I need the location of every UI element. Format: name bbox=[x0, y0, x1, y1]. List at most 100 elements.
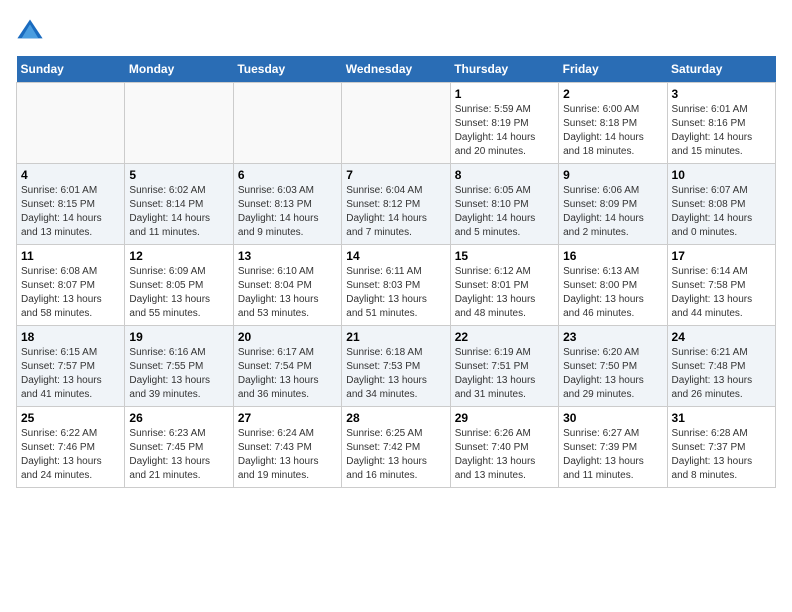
day-info: Sunrise: 6:17 AM Sunset: 7:54 PM Dayligh… bbox=[238, 346, 337, 402]
day-cell: 1Sunrise: 5:59 AM Sunset: 8:19 PM Daylig… bbox=[450, 83, 558, 164]
week-row-4: 18Sunrise: 6:15 AM Sunset: 7:57 PM Dayli… bbox=[17, 326, 776, 407]
day-info: Sunrise: 6:01 AM Sunset: 8:15 PM Dayligh… bbox=[21, 184, 120, 240]
day-number: 8 bbox=[455, 168, 554, 182]
day-cell: 24 Sunrise: 6:21 AM Sunset: 7:48 PM Dayli… bbox=[667, 326, 775, 407]
day-info: Sunrise: 6:12 AM Sunset: 8:01 PM Dayligh… bbox=[455, 265, 554, 321]
day-info: Sunrise: 5:59 AM Sunset: 8:19 PM Dayligh… bbox=[455, 103, 554, 159]
day-cell: 25 Sunrise: 6:22 AM Sunset: 7:46 PM Dayli… bbox=[17, 407, 125, 488]
day-info: Sunrise: 6:28 AM Sunset: 7:37 PM Dayligh… bbox=[672, 427, 771, 483]
day-cell: 19 Sunrise: 6:16 AM Sunset: 7:55 PM Dayli… bbox=[125, 326, 233, 407]
day-info: Sunrise: 6:07 AM Sunset: 8:08 PM Dayligh… bbox=[672, 184, 771, 240]
day-info: Sunrise: 6:25 AM Sunset: 7:42 PM Dayligh… bbox=[346, 427, 445, 483]
day-info: Sunrise: 6:09 AM Sunset: 8:05 PM Dayligh… bbox=[129, 265, 228, 321]
day-number: 2 bbox=[563, 87, 662, 101]
day-cell: 14 Sunrise: 6:11 AM Sunset: 8:03 PM Dayli… bbox=[342, 245, 450, 326]
day-cell: 6 Sunrise: 6:03 AM Sunset: 8:13 PM Daylig… bbox=[233, 164, 341, 245]
day-number: 30 bbox=[563, 411, 662, 425]
day-info: Sunrise: 6:24 AM Sunset: 7:43 PM Dayligh… bbox=[238, 427, 337, 483]
day-info: Sunrise: 6:00 AM Sunset: 8:18 PM Dayligh… bbox=[563, 103, 662, 159]
day-cell bbox=[342, 83, 450, 164]
day-info: Sunrise: 6:11 AM Sunset: 8:03 PM Dayligh… bbox=[346, 265, 445, 321]
day-number: 15 bbox=[455, 249, 554, 263]
day-cell bbox=[17, 83, 125, 164]
day-info: Sunrise: 6:22 AM Sunset: 7:46 PM Dayligh… bbox=[21, 427, 120, 483]
day-cell: 28 Sunrise: 6:25 AM Sunset: 7:42 PM Dayli… bbox=[342, 407, 450, 488]
day-cell: 4 Sunrise: 6:01 AM Sunset: 8:15 PM Daylig… bbox=[17, 164, 125, 245]
day-cell: 13 Sunrise: 6:10 AM Sunset: 8:04 PM Dayli… bbox=[233, 245, 341, 326]
day-number: 27 bbox=[238, 411, 337, 425]
day-info: Sunrise: 6:01 AM Sunset: 8:16 PM Dayligh… bbox=[672, 103, 771, 159]
day-number: 22 bbox=[455, 330, 554, 344]
day-cell: 8 Sunrise: 6:05 AM Sunset: 8:10 PM Daylig… bbox=[450, 164, 558, 245]
day-number: 6 bbox=[238, 168, 337, 182]
day-cell: 29 Sunrise: 6:26 AM Sunset: 7:40 PM Dayli… bbox=[450, 407, 558, 488]
day-cell: 30 Sunrise: 6:27 AM Sunset: 7:39 PM Dayli… bbox=[559, 407, 667, 488]
day-cell: 27 Sunrise: 6:24 AM Sunset: 7:43 PM Dayli… bbox=[233, 407, 341, 488]
day-info: Sunrise: 6:21 AM Sunset: 7:48 PM Dayligh… bbox=[672, 346, 771, 402]
day-info: Sunrise: 6:10 AM Sunset: 8:04 PM Dayligh… bbox=[238, 265, 337, 321]
week-row-5: 25 Sunrise: 6:22 AM Sunset: 7:46 PM Dayli… bbox=[17, 407, 776, 488]
day-number: 14 bbox=[346, 249, 445, 263]
day-number: 26 bbox=[129, 411, 228, 425]
day-info: Sunrise: 6:27 AM Sunset: 7:39 PM Dayligh… bbox=[563, 427, 662, 483]
week-row-1: 1Sunrise: 5:59 AM Sunset: 8:19 PM Daylig… bbox=[17, 83, 776, 164]
day-info: Sunrise: 6:19 AM Sunset: 7:51 PM Dayligh… bbox=[455, 346, 554, 402]
day-cell: 7 Sunrise: 6:04 AM Sunset: 8:12 PM Daylig… bbox=[342, 164, 450, 245]
day-number: 4 bbox=[21, 168, 120, 182]
day-number: 13 bbox=[238, 249, 337, 263]
header-cell-friday: Friday bbox=[559, 56, 667, 83]
day-cell: 18Sunrise: 6:15 AM Sunset: 7:57 PM Dayli… bbox=[17, 326, 125, 407]
day-info: Sunrise: 6:05 AM Sunset: 8:10 PM Dayligh… bbox=[455, 184, 554, 240]
header-cell-thursday: Thursday bbox=[450, 56, 558, 83]
header-cell-tuesday: Tuesday bbox=[233, 56, 341, 83]
day-cell bbox=[125, 83, 233, 164]
day-info: Sunrise: 6:04 AM Sunset: 8:12 PM Dayligh… bbox=[346, 184, 445, 240]
day-info: Sunrise: 6:16 AM Sunset: 7:55 PM Dayligh… bbox=[129, 346, 228, 402]
day-cell: 20 Sunrise: 6:17 AM Sunset: 7:54 PM Dayli… bbox=[233, 326, 341, 407]
day-number: 28 bbox=[346, 411, 445, 425]
day-cell: 3 Sunrise: 6:01 AM Sunset: 8:16 PM Daylig… bbox=[667, 83, 775, 164]
day-cell: 2 Sunrise: 6:00 AM Sunset: 8:18 PM Daylig… bbox=[559, 83, 667, 164]
day-cell: 9 Sunrise: 6:06 AM Sunset: 8:09 PM Daylig… bbox=[559, 164, 667, 245]
day-info: Sunrise: 6:06 AM Sunset: 8:09 PM Dayligh… bbox=[563, 184, 662, 240]
day-info: Sunrise: 6:15 AM Sunset: 7:57 PM Dayligh… bbox=[21, 346, 120, 402]
header-cell-saturday: Saturday bbox=[667, 56, 775, 83]
day-number: 31 bbox=[672, 411, 771, 425]
day-cell: 31 Sunrise: 6:28 AM Sunset: 7:37 PM Dayli… bbox=[667, 407, 775, 488]
day-number: 16 bbox=[563, 249, 662, 263]
day-info: Sunrise: 6:14 AM Sunset: 7:58 PM Dayligh… bbox=[672, 265, 771, 321]
header-cell-wednesday: Wednesday bbox=[342, 56, 450, 83]
header-row: SundayMondayTuesdayWednesdayThursdayFrid… bbox=[17, 56, 776, 83]
day-number: 19 bbox=[129, 330, 228, 344]
day-number: 20 bbox=[238, 330, 337, 344]
day-cell: 21 Sunrise: 6:18 AM Sunset: 7:53 PM Dayli… bbox=[342, 326, 450, 407]
day-number: 25 bbox=[21, 411, 120, 425]
week-row-2: 4 Sunrise: 6:01 AM Sunset: 8:15 PM Daylig… bbox=[17, 164, 776, 245]
day-info: Sunrise: 6:03 AM Sunset: 8:13 PM Dayligh… bbox=[238, 184, 337, 240]
day-cell: 11Sunrise: 6:08 AM Sunset: 8:07 PM Dayli… bbox=[17, 245, 125, 326]
day-cell: 10Sunrise: 6:07 AM Sunset: 8:08 PM Dayli… bbox=[667, 164, 775, 245]
day-number: 21 bbox=[346, 330, 445, 344]
day-number: 17 bbox=[672, 249, 771, 263]
day-info: Sunrise: 6:13 AM Sunset: 8:00 PM Dayligh… bbox=[563, 265, 662, 321]
day-number: 3 bbox=[672, 87, 771, 101]
day-info: Sunrise: 6:23 AM Sunset: 7:45 PM Dayligh… bbox=[129, 427, 228, 483]
day-number: 5 bbox=[129, 168, 228, 182]
day-number: 11 bbox=[21, 249, 120, 263]
header-cell-monday: Monday bbox=[125, 56, 233, 83]
day-info: Sunrise: 6:26 AM Sunset: 7:40 PM Dayligh… bbox=[455, 427, 554, 483]
day-cell: 17 Sunrise: 6:14 AM Sunset: 7:58 PM Dayli… bbox=[667, 245, 775, 326]
day-info: Sunrise: 6:18 AM Sunset: 7:53 PM Dayligh… bbox=[346, 346, 445, 402]
day-cell: 26 Sunrise: 6:23 AM Sunset: 7:45 PM Dayli… bbox=[125, 407, 233, 488]
day-number: 7 bbox=[346, 168, 445, 182]
day-number: 24 bbox=[672, 330, 771, 344]
day-cell: 5Sunrise: 6:02 AM Sunset: 8:14 PM Daylig… bbox=[125, 164, 233, 245]
day-cell: 15 Sunrise: 6:12 AM Sunset: 8:01 PM Dayli… bbox=[450, 245, 558, 326]
day-cell bbox=[233, 83, 341, 164]
calendar-table: SundayMondayTuesdayWednesdayThursdayFrid… bbox=[16, 56, 776, 488]
day-cell: 16 Sunrise: 6:13 AM Sunset: 8:00 PM Dayli… bbox=[559, 245, 667, 326]
day-number: 29 bbox=[455, 411, 554, 425]
logo bbox=[16, 16, 48, 44]
day-number: 12 bbox=[129, 249, 228, 263]
day-number: 9 bbox=[563, 168, 662, 182]
